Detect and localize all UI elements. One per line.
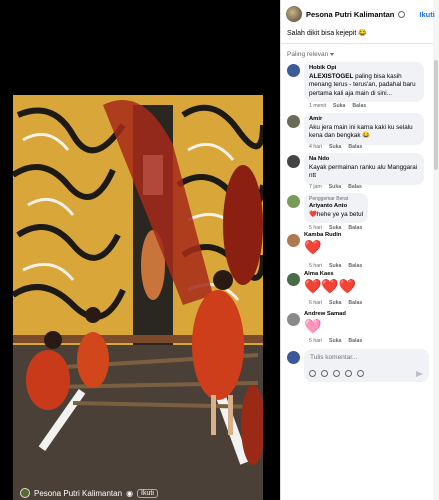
reply-button[interactable]: Balas bbox=[352, 103, 366, 109]
send-icon[interactable] bbox=[416, 371, 423, 377]
page-avatar[interactable] bbox=[286, 6, 302, 22]
like-button[interactable]: Suka bbox=[329, 338, 341, 344]
comment: Penggemar Berat Ariyanto Anto ❤️hehe ye … bbox=[287, 193, 369, 224]
reply-button[interactable]: Balas bbox=[348, 225, 362, 231]
comment: Na Ndo Kayak permainan ranku alu Manggar… bbox=[287, 153, 424, 185]
comment-author[interactable]: Hobik Opi bbox=[309, 65, 419, 73]
comment-body: Andrew Samad 🩷 bbox=[304, 311, 346, 333]
comment-author[interactable]: Ariyanto Anto bbox=[309, 203, 363, 211]
avatar[interactable] bbox=[287, 313, 300, 326]
reply-button[interactable]: Balas bbox=[348, 263, 362, 269]
heart-emoji: 🩷 bbox=[304, 318, 322, 334]
divider bbox=[280, 43, 433, 44]
comment-bubble: Penggemar Berat Ariyanto Anto ❤️hehe ye … bbox=[304, 193, 369, 224]
composer-tools bbox=[309, 370, 364, 377]
comment: Hobik Opi ALEXISTOGEL paling bisa kasih … bbox=[287, 62, 424, 103]
comments-scrollbar[interactable] bbox=[433, 0, 439, 500]
page-avatar[interactable] bbox=[20, 488, 30, 498]
avatar[interactable] bbox=[287, 234, 300, 247]
comment-bubble: Na Ndo Kayak permainan ranku alu Manggar… bbox=[304, 153, 424, 185]
video-page-name[interactable]: Pesona Putri Kalimantan bbox=[34, 489, 122, 498]
comment-text: ❤️hehe ye ya betul bbox=[309, 210, 364, 218]
video-follow-button[interactable]: Ikuti bbox=[137, 488, 158, 498]
comment-composer bbox=[287, 349, 429, 382]
comment-author[interactable]: Na Ndo bbox=[309, 156, 419, 164]
reply-button[interactable]: Balas bbox=[348, 338, 362, 344]
avatar[interactable] bbox=[287, 115, 300, 128]
comment-time[interactable]: 5 hari bbox=[309, 225, 322, 231]
avatar[interactable] bbox=[287, 64, 300, 77]
video-player[interactable] bbox=[13, 95, 263, 500]
comment-time[interactable]: 5 hari bbox=[309, 338, 322, 344]
avatar-sticker-icon[interactable] bbox=[309, 370, 316, 377]
reply-button[interactable]: Balas bbox=[348, 300, 362, 306]
like-button[interactable]: Suka bbox=[329, 300, 341, 306]
comment-meta: 7 jam Suka Balas bbox=[309, 184, 362, 190]
video-page-bar: Pesona Putri Kalimantan ◉ Ikuti bbox=[20, 488, 158, 498]
comment: Alma Kaes ❤️❤️❤️ bbox=[287, 271, 356, 293]
comment: Andrew Samad 🩷 bbox=[287, 311, 346, 333]
avatar[interactable] bbox=[287, 155, 300, 168]
comment-box[interactable] bbox=[304, 349, 429, 382]
comment-author[interactable]: Kamba Rudin bbox=[304, 232, 341, 238]
chevron-down-icon bbox=[330, 53, 335, 56]
comment: Kamba Rudin ❤️ bbox=[287, 232, 341, 254]
comment-mention[interactable]: ALEXISTOGEL bbox=[309, 73, 353, 80]
comment-meta: 4 hari Suka Balas bbox=[309, 144, 362, 150]
comment-body: Alma Kaes ❤️❤️❤️ bbox=[304, 271, 356, 293]
comment-time[interactable]: 4 hari bbox=[309, 144, 322, 150]
comment-author[interactable]: Alma Kaes bbox=[304, 271, 356, 277]
avatar[interactable] bbox=[287, 273, 300, 286]
globe-icon: ◉ bbox=[126, 488, 134, 498]
emoji-icon[interactable] bbox=[321, 370, 328, 377]
comment-text: Aku jera main ini karna kaki ku selalu k… bbox=[309, 123, 413, 140]
comment-time[interactable]: 7 jam bbox=[309, 184, 322, 190]
comment-bubble: Amir Aku jera main ini karna kaki ku sel… bbox=[304, 113, 424, 145]
comment-meta: 5 hari Suka Balas bbox=[309, 338, 362, 344]
video-frame-image bbox=[13, 95, 263, 500]
video-pane[interactable]: Pesona Putri Kalimantan ◉ Ikuti bbox=[0, 0, 280, 500]
comment-meta: 5 hari Suka Balas bbox=[309, 263, 362, 269]
follow-button[interactable]: Ikuti bbox=[419, 10, 434, 19]
comment-input[interactable] bbox=[310, 354, 420, 361]
like-button[interactable]: Suka bbox=[329, 225, 341, 231]
camera-icon[interactable] bbox=[333, 370, 340, 377]
comment-meta: 1 menit Suka Balas bbox=[309, 103, 366, 109]
reply-button[interactable]: Balas bbox=[348, 184, 362, 190]
avatar[interactable] bbox=[287, 195, 300, 208]
like-button[interactable]: Suka bbox=[329, 144, 341, 150]
post-caption: Salah dikit bisa kejepit 😂 bbox=[287, 30, 367, 37]
like-button[interactable]: Suka bbox=[329, 263, 341, 269]
comment-text: Kayak permainan ranku alu Manggarai ntt bbox=[309, 163, 418, 180]
sort-dropdown[interactable]: Paling relevan bbox=[287, 51, 335, 58]
page-name[interactable]: Pesona Putri Kalimantan bbox=[306, 10, 394, 19]
avatar bbox=[287, 351, 300, 364]
heart-emoji: ❤️❤️❤️ bbox=[304, 278, 357, 294]
comment-author[interactable]: Andrew Samad bbox=[304, 311, 346, 317]
comment-time[interactable]: 6 hari bbox=[309, 300, 322, 306]
reply-button[interactable]: Balas bbox=[348, 144, 362, 150]
comment-time[interactable]: 5 hari bbox=[309, 263, 322, 269]
comment-meta: 5 hari Suka Balas bbox=[309, 225, 362, 231]
sticker-icon[interactable] bbox=[357, 370, 364, 377]
comment-bubble: Hobik Opi ALEXISTOGEL paling bisa kasih … bbox=[304, 62, 424, 103]
post-header: Pesona Putri Kalimantan Ikuti bbox=[286, 6, 435, 22]
gif-icon[interactable] bbox=[345, 370, 352, 377]
heart-emoji: ❤️ bbox=[304, 239, 322, 255]
comment-meta: 6 hari Suka Balas bbox=[309, 300, 362, 306]
comment: Amir Aku jera main ini karna kaki ku sel… bbox=[287, 113, 424, 145]
comment-body: Kamba Rudin ❤️ bbox=[304, 232, 341, 254]
like-button[interactable]: Suka bbox=[329, 184, 341, 190]
fan-badge: Penggemar Berat bbox=[309, 196, 349, 202]
comment-time[interactable]: 1 menit bbox=[309, 103, 326, 109]
scrollbar-thumb[interactable] bbox=[434, 60, 438, 170]
globe-icon bbox=[398, 10, 406, 18]
sort-label: Paling relevan bbox=[287, 51, 329, 58]
comment-author[interactable]: Amir bbox=[309, 116, 419, 124]
like-button[interactable]: Suka bbox=[333, 103, 345, 109]
